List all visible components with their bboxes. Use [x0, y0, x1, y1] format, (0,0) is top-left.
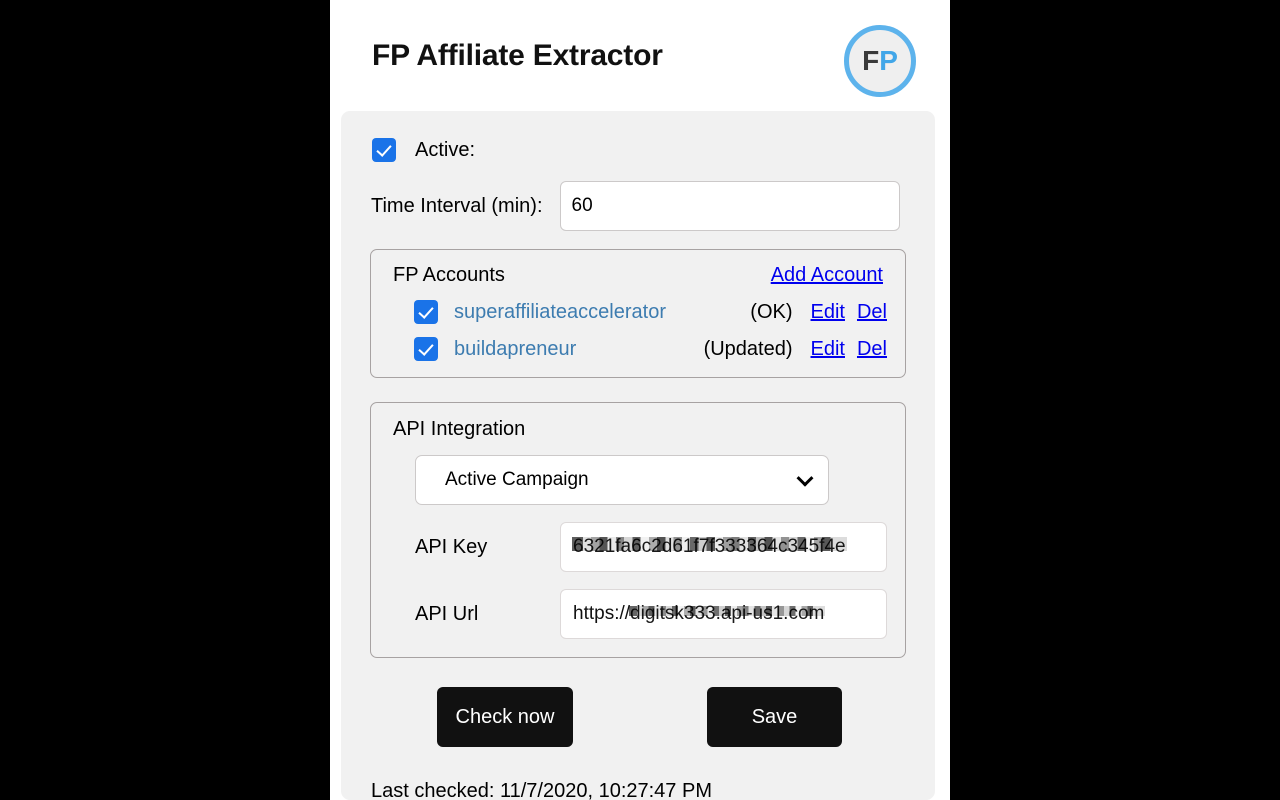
logo-letter-f: F [862, 45, 880, 76]
screen: FP Affiliate Extractor FP Active: Time I… [0, 0, 1280, 800]
api-provider-selected-label: Active Campaign [445, 469, 589, 490]
account-status: (OK) [750, 300, 793, 323]
active-checkbox[interactable] [372, 138, 396, 162]
api-provider-select-wrap: Active Campaign [415, 455, 829, 505]
action-buttons: Check now Save [341, 687, 935, 747]
accounts-title: FP Accounts [393, 264, 505, 286]
api-header: API Integration [389, 418, 887, 441]
account-actions: Edit Del [811, 301, 887, 324]
interval-input[interactable] [559, 181, 900, 231]
account-row: buildapreneur (Updated) Edit Del [389, 337, 887, 361]
settings-panel: Active: Time Interval (min): FP Accounts… [341, 111, 935, 800]
app-logo-icon: FP [844, 25, 916, 97]
edit-account-link[interactable]: Edit [811, 301, 845, 324]
add-account-link[interactable]: Add Account [771, 264, 883, 287]
delete-account-link[interactable]: Del [857, 301, 887, 324]
edit-account-link[interactable]: Edit [811, 338, 845, 361]
extension-popup: FP Affiliate Extractor FP Active: Time I… [330, 0, 950, 800]
page-title: FP Affiliate Extractor [372, 38, 663, 72]
api-url-label: API Url [415, 602, 479, 625]
account-row: superaffiliateaccelerator (OK) Edit Del [389, 300, 887, 324]
check-now-button[interactable]: Check now [437, 687, 573, 747]
last-checked-status: Last checked: 11/7/2020, 10:27:47 PM [371, 780, 712, 800]
popup-header: FP Affiliate Extractor FP [330, 0, 950, 111]
interval-label: Time Interval (min): [371, 194, 543, 217]
api-url-row: API Url https://digitsk333.api-us1.com [389, 589, 887, 639]
api-url-prefix: https:// [573, 603, 631, 624]
api-key-input[interactable]: 6321fa6c2d61f7f333364c345f4e [560, 522, 887, 572]
account-status: (Updated) [703, 337, 793, 360]
api-url-input[interactable]: https://digitsk333.api-us1.com [560, 589, 887, 639]
account-actions: Edit Del [811, 338, 887, 361]
accounts-header: FP Accounts Add Account [389, 264, 887, 287]
interval-row: Time Interval (min): [341, 167, 935, 231]
account-name[interactable]: buildapreneur [454, 338, 576, 361]
delete-account-link[interactable]: Del [857, 338, 887, 361]
active-label: Active: [415, 138, 476, 161]
save-button[interactable]: Save [707, 687, 842, 747]
api-key-label: API Key [415, 535, 488, 558]
account-name[interactable]: superaffiliateaccelerator [454, 301, 666, 324]
logo-letter-p: P [879, 45, 898, 76]
api-key-row: API Key 6321fa6c2d61f7f333364c345f4e [389, 522, 887, 572]
api-key-value: 6321fa6c2d61f7f333364c345f4e [572, 536, 847, 557]
fp-accounts-section: FP Accounts Add Account superaffiliateac… [370, 249, 906, 378]
active-row: Active: [341, 111, 935, 167]
api-integration-section: API Integration Active Campaign API Key … [370, 402, 906, 658]
api-url-value: digitsk333.api-us1.com [629, 603, 826, 624]
account-checkbox[interactable] [414, 300, 438, 324]
account-checkbox[interactable] [414, 337, 438, 361]
api-title: API Integration [393, 418, 526, 440]
api-provider-select[interactable]: Active Campaign [415, 455, 829, 505]
